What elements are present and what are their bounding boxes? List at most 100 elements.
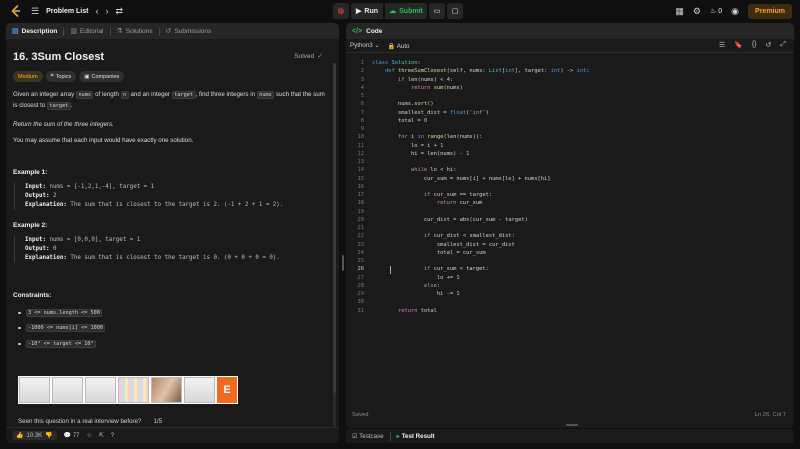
layout-icon[interactable]: ▦ [675, 6, 684, 16]
line-number: 4 [360, 84, 364, 91]
check-circle-icon: ✓ [317, 53, 323, 60]
code-panel: </> Code Python3 ⌄ 🔒 Auto ☰ 🔖 {} ↺ ⤢ 1 cl… [346, 23, 794, 428]
interview-pager[interactable]: 1/5 [153, 418, 162, 425]
example-2-title: Example 2: [13, 222, 48, 229]
run-label: Run [364, 7, 378, 15]
code-line[interactable]: if len(nums) < 4: [372, 77, 453, 83]
companies-chip[interactable]: ▣ Companies [79, 71, 125, 82]
auto-toggle[interactable]: 🔒 Auto [388, 42, 410, 50]
comment-count: 77 [72, 433, 80, 439]
code-line[interactable]: nums.sort() [372, 101, 434, 107]
line-number: 12 [357, 150, 365, 157]
auto-label: Auto [396, 42, 410, 50]
save-status: Saved [352, 412, 369, 418]
tab-solutions[interactable]: ⚗ Solutions [117, 27, 153, 36]
description-scrollbar[interactable] [333, 63, 336, 433]
tab-divider [389, 431, 391, 441]
code-line[interactable]: return cur_sum [372, 200, 482, 206]
code-line[interactable]: else: [372, 283, 440, 289]
tab-description-label: Description [21, 27, 58, 35]
scrollbar-thumb[interactable] [333, 63, 336, 393]
code-line[interactable]: lo = i + 1 [372, 143, 443, 149]
code-line[interactable]: total = 0 [372, 118, 427, 124]
prev-problem-icon[interactable]: ‹ [95, 6, 98, 16]
building-icon: ▣ [84, 73, 90, 80]
advertisement-banner[interactable]: E [18, 376, 238, 404]
braces-icon[interactable]: {} [752, 41, 757, 49]
line-number: 18 [357, 200, 365, 207]
like-button[interactable]: 👍 10.3K 👎 [12, 431, 57, 440]
code-line[interactable]: smallest_dist = float('inf') [372, 110, 489, 116]
code-line[interactable]: cur_dist = abs(cur_sum - target) [372, 217, 528, 223]
fullscreen-icon[interactable]: ⤢ [780, 41, 786, 49]
code-editor[interactable]: 1 class Solution: 2 def threeSumClosest(se… [346, 56, 794, 406]
next-problem-icon[interactable]: › [105, 6, 108, 16]
problem-list-link[interactable]: Problem List [46, 8, 88, 15]
code-line[interactable]: def threeSumClosest(self, nums: List[int… [372, 68, 590, 74]
code-line[interactable]: while lo < hi: [372, 167, 456, 173]
avatar[interactable]: ◉ [731, 6, 739, 16]
whiteboard-icon: ▢ [451, 8, 459, 15]
problem-list-icon[interactable]: ☰ [31, 6, 39, 16]
premium-button[interactable]: Premium [748, 3, 792, 19]
notes-button[interactable]: ▭ [429, 3, 445, 19]
output-value: 0 [52, 246, 57, 252]
leetcode-logo[interactable] [10, 5, 21, 17]
tab-submissions[interactable]: ↺ Submissions [166, 27, 212, 36]
tab-editorial[interactable]: ▥ Editorial [70, 27, 104, 36]
line-number: 17 [357, 192, 365, 198]
problem-title[interactable]: 16. 3Sum Closest [13, 51, 104, 63]
code-line[interactable]: return sum(nums) [372, 85, 463, 91]
share-icon[interactable]: ⇱ [99, 432, 104, 439]
tab-testcase[interactable]: ☑ Testcase [352, 433, 384, 440]
language-label: Python3 [350, 42, 373, 49]
code-line[interactable]: class Solution: [372, 60, 421, 66]
top-navbar: ☰ Problem List ‹ › ⇄ 🐞 ▶ Run ☁ Submit ▭ ▢ … [0, 0, 800, 22]
format-icon[interactable]: ☰ [719, 41, 725, 49]
code-line[interactable]: if cur_sum == target: [372, 192, 492, 198]
debug-button[interactable]: 🐞 [333, 3, 349, 19]
statement-text: Given an integer array [13, 91, 76, 98]
code-line[interactable]: hi -= 1 [372, 291, 460, 297]
code-line[interactable]: smallest_dist = cur_dist [372, 242, 515, 248]
difficulty-badge: Medium [13, 71, 43, 82]
tab-editorial-label: Editorial [80, 27, 104, 35]
comment-button[interactable]: 💬 77 [64, 432, 80, 439]
reset-icon[interactable]: ↺ [766, 41, 772, 49]
line-number: 8 [360, 117, 364, 124]
input-value: nums = [0,0,0], target = 1 [49, 237, 141, 243]
line-number: 5 [360, 93, 364, 99]
explanation-label: Explanation: [25, 202, 67, 208]
tab-solutions-label: Solutions [125, 27, 153, 35]
topics-label: Topics [55, 73, 72, 80]
code-line[interactable]: total = cur_sum [372, 250, 486, 256]
run-button[interactable]: ▶ Run [351, 3, 383, 19]
shuffle-icon[interactable]: ⇄ [115, 6, 123, 16]
settings-icon[interactable]: ⚙ [693, 6, 701, 16]
whiteboard-button[interactable]: ▢ [447, 3, 463, 19]
tab-test-result[interactable]: ▸ Test Result [397, 433, 435, 440]
horizontal-resize-handle[interactable] [566, 424, 578, 426]
chevron-down-icon: ⌄ [374, 42, 380, 49]
help-icon[interactable]: ? [111, 433, 114, 439]
bookmark-icon[interactable]: 🔖 [734, 41, 743, 49]
vertical-resize-handle[interactable] [342, 255, 344, 271]
thumbs-down-icon[interactable]: 👎 [45, 432, 52, 439]
tag-icon: ⌗ [50, 73, 54, 79]
submit-button[interactable]: ☁ Submit [385, 3, 427, 19]
example-1-title: Example 1: [13, 169, 48, 176]
star-icon[interactable]: ☆ [87, 432, 92, 439]
code-line[interactable]: lo += 1 [372, 275, 460, 281]
streak-counter[interactable]: ♨ 0 [710, 7, 722, 16]
topics-chip[interactable]: ⌗ Topics [45, 71, 77, 82]
line-number: 25 [357, 258, 365, 264]
code-line[interactable]: hi = len(nums) - 1 [372, 151, 469, 157]
code-line[interactable]: cur_sum = nums[i] + nums[lo] + nums[hi] [372, 176, 551, 182]
language-select[interactable]: Python3 ⌄ [350, 42, 380, 49]
tab-description[interactable]: ▤ Description [12, 27, 58, 36]
code-line[interactable]: return total [372, 308, 437, 314]
code-line[interactable]: if cur_dist < smallest_dist: [372, 233, 515, 239]
line-number: 1 [360, 60, 364, 66]
example-2-block: Input: nums = [0,0,0], target = 1 Output… [14, 236, 332, 263]
code-line[interactable]: for i in range(len(nums)): [372, 134, 482, 140]
